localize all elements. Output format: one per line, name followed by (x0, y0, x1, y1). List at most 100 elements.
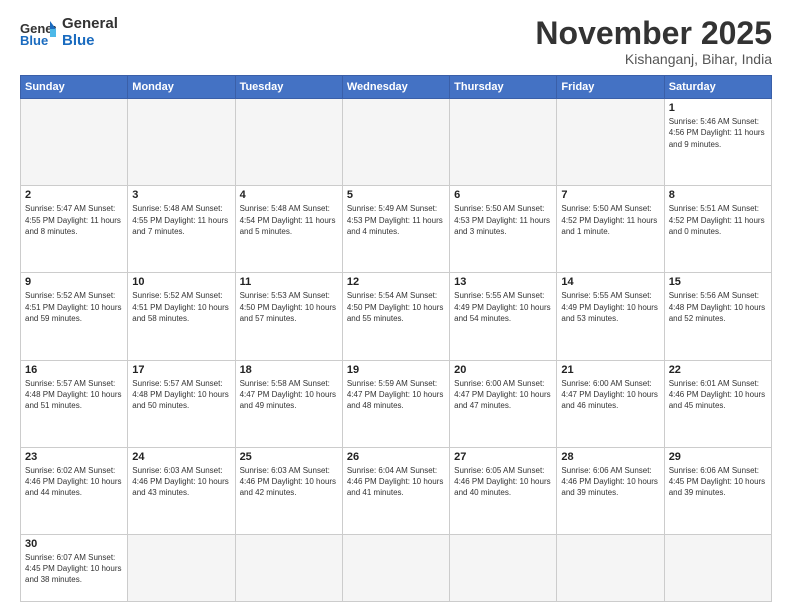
table-row: 3 Sunrise: 5:48 AM Sunset: 4:55 PM Daylig… (128, 186, 235, 273)
day-number: 11 (240, 276, 338, 288)
table-row: 23 Sunrise: 6:02 AM Sunset: 4:46 PM Dayli… (21, 447, 128, 534)
table-row: 8 Sunrise: 5:51 AM Sunset: 4:52 PM Daylig… (664, 186, 771, 273)
cell-info: Sunrise: 5:59 AM Sunset: 4:47 PM Dayligh… (347, 378, 445, 412)
cell-info: Sunrise: 5:58 AM Sunset: 4:47 PM Dayligh… (240, 378, 338, 412)
cell-info: Sunrise: 5:49 AM Sunset: 4:53 PM Dayligh… (347, 203, 445, 237)
table-row: 27 Sunrise: 6:05 AM Sunset: 4:46 PM Dayli… (450, 447, 557, 534)
table-row: 14Sunrise: 5:55 AM Sunset: 4:49 PM Dayli… (557, 273, 664, 360)
day-number: 15 (669, 276, 767, 288)
day-number: 20 (454, 364, 552, 376)
cell-info: Sunrise: 5:57 AM Sunset: 4:48 PM Dayligh… (25, 378, 123, 412)
cell-info: Sunrise: 5:50 AM Sunset: 4:52 PM Dayligh… (561, 203, 659, 237)
cell-info: Sunrise: 5:50 AM Sunset: 4:53 PM Dayligh… (454, 203, 552, 237)
day-number: 21 (561, 364, 659, 376)
cell-info: Sunrise: 5:46 AM Sunset: 4:56 PM Dayligh… (669, 116, 767, 150)
day-number: 2 (25, 189, 123, 201)
table-row (235, 99, 342, 186)
table-row: 6 Sunrise: 5:50 AM Sunset: 4:53 PM Daylig… (450, 186, 557, 273)
table-row (128, 99, 235, 186)
table-row (342, 534, 449, 601)
col-thursday: Thursday (450, 76, 557, 99)
day-number: 23 (25, 451, 123, 463)
table-row: 12 Sunrise: 5:54 AM Sunset: 4:50 PM Dayli… (342, 273, 449, 360)
table-row (21, 99, 128, 186)
table-row: 4 Sunrise: 5:48 AM Sunset: 4:54 PM Daylig… (235, 186, 342, 273)
day-number: 26 (347, 451, 445, 463)
table-row: 19 Sunrise: 5:59 AM Sunset: 4:47 PM Dayli… (342, 360, 449, 447)
day-number: 7 (561, 189, 659, 201)
col-sunday: Sunday (21, 76, 128, 99)
table-row: 20Sunrise: 6:00 AM Sunset: 4:47 PM Dayli… (450, 360, 557, 447)
title-area: November 2025 Kishanganj, Bihar, India (535, 16, 772, 67)
table-row: 22Sunrise: 6:01 AM Sunset: 4:46 PM Dayli… (664, 360, 771, 447)
cell-info: Sunrise: 5:48 AM Sunset: 4:54 PM Dayligh… (240, 203, 338, 237)
table-row: 1 Sunrise: 5:46 AM Sunset: 4:56 PM Daylig… (664, 99, 771, 186)
cell-info: Sunrise: 5:54 AM Sunset: 4:50 PM Dayligh… (347, 290, 445, 324)
cell-info: Sunrise: 6:00 AM Sunset: 4:47 PM Dayligh… (561, 378, 659, 412)
cell-info: Sunrise: 5:48 AM Sunset: 4:55 PM Dayligh… (132, 203, 230, 237)
cell-info: Sunrise: 5:52 AM Sunset: 4:51 PM Dayligh… (25, 290, 123, 324)
cell-info: Sunrise: 6:07 AM Sunset: 4:45 PM Dayligh… (25, 552, 123, 586)
day-number: 29 (669, 451, 767, 463)
table-row: 21 Sunrise: 6:00 AM Sunset: 4:47 PM Dayli… (557, 360, 664, 447)
logo: General Blue General Blue (20, 16, 118, 49)
cell-info: Sunrise: 5:55 AM Sunset: 4:49 PM Dayligh… (454, 290, 552, 324)
table-row: 10 Sunrise: 5:52 AM Sunset: 4:51 PM Dayli… (128, 273, 235, 360)
table-row (342, 99, 449, 186)
day-number: 17 (132, 364, 230, 376)
day-number: 30 (25, 538, 123, 550)
day-number: 5 (347, 189, 445, 201)
table-row: 13 Sunrise: 5:55 AM Sunset: 4:49 PM Dayli… (450, 273, 557, 360)
table-row: 25 Sunrise: 6:03 AM Sunset: 4:46 PM Dayli… (235, 447, 342, 534)
cell-info: Sunrise: 6:05 AM Sunset: 4:46 PM Dayligh… (454, 465, 552, 499)
table-row: 17Sunrise: 5:57 AM Sunset: 4:48 PM Dayli… (128, 360, 235, 447)
table-row (557, 534, 664, 601)
calendar-table: Sunday Monday Tuesday Wednesday Thursday… (20, 75, 772, 602)
svg-text:Blue: Blue (20, 33, 48, 47)
col-saturday: Saturday (664, 76, 771, 99)
cell-info: Sunrise: 6:06 AM Sunset: 4:46 PM Dayligh… (561, 465, 659, 499)
day-number: 25 (240, 451, 338, 463)
day-number: 6 (454, 189, 552, 201)
col-tuesday: Tuesday (235, 76, 342, 99)
logo-blue-text: Blue (62, 33, 118, 50)
table-row: 24 Sunrise: 6:03 AM Sunset: 4:46 PM Dayli… (128, 447, 235, 534)
table-row: 26Sunrise: 6:04 AM Sunset: 4:46 PM Dayli… (342, 447, 449, 534)
table-row (450, 99, 557, 186)
cell-info: Sunrise: 6:03 AM Sunset: 4:46 PM Dayligh… (240, 465, 338, 499)
col-friday: Friday (557, 76, 664, 99)
col-wednesday: Wednesday (342, 76, 449, 99)
table-row: 18Sunrise: 5:58 AM Sunset: 4:47 PM Dayli… (235, 360, 342, 447)
day-number: 14 (561, 276, 659, 288)
cell-info: Sunrise: 6:03 AM Sunset: 4:46 PM Dayligh… (132, 465, 230, 499)
day-number: 4 (240, 189, 338, 201)
page: General Blue General Blue November 2025 … (0, 0, 792, 612)
col-monday: Monday (128, 76, 235, 99)
day-number: 8 (669, 189, 767, 201)
cell-info: Sunrise: 5:51 AM Sunset: 4:52 PM Dayligh… (669, 203, 767, 237)
table-row (557, 99, 664, 186)
cell-info: Sunrise: 6:02 AM Sunset: 4:46 PM Dayligh… (25, 465, 123, 499)
table-row (235, 534, 342, 601)
calendar-header-row: Sunday Monday Tuesday Wednesday Thursday… (21, 76, 772, 99)
day-number: 9 (25, 276, 123, 288)
day-number: 27 (454, 451, 552, 463)
day-number: 12 (347, 276, 445, 288)
day-number: 10 (132, 276, 230, 288)
day-number: 13 (454, 276, 552, 288)
day-number: 16 (25, 364, 123, 376)
table-row: 16 Sunrise: 5:57 AM Sunset: 4:48 PM Dayli… (21, 360, 128, 447)
cell-info: Sunrise: 6:06 AM Sunset: 4:45 PM Dayligh… (669, 465, 767, 499)
header: General Blue General Blue November 2025 … (20, 16, 772, 67)
day-number: 3 (132, 189, 230, 201)
cell-info: Sunrise: 5:56 AM Sunset: 4:48 PM Dayligh… (669, 290, 767, 324)
day-number: 1 (669, 102, 767, 114)
cell-info: Sunrise: 6:01 AM Sunset: 4:46 PM Dayligh… (669, 378, 767, 412)
table-row: 2Sunrise: 5:47 AM Sunset: 4:55 PM Daylig… (21, 186, 128, 273)
cell-info: Sunrise: 5:52 AM Sunset: 4:51 PM Dayligh… (132, 290, 230, 324)
cell-info: Sunrise: 5:53 AM Sunset: 4:50 PM Dayligh… (240, 290, 338, 324)
table-row: 11 Sunrise: 5:53 AM Sunset: 4:50 PM Dayli… (235, 273, 342, 360)
logo-general-text: General (62, 16, 118, 33)
day-number: 24 (132, 451, 230, 463)
day-number: 19 (347, 364, 445, 376)
